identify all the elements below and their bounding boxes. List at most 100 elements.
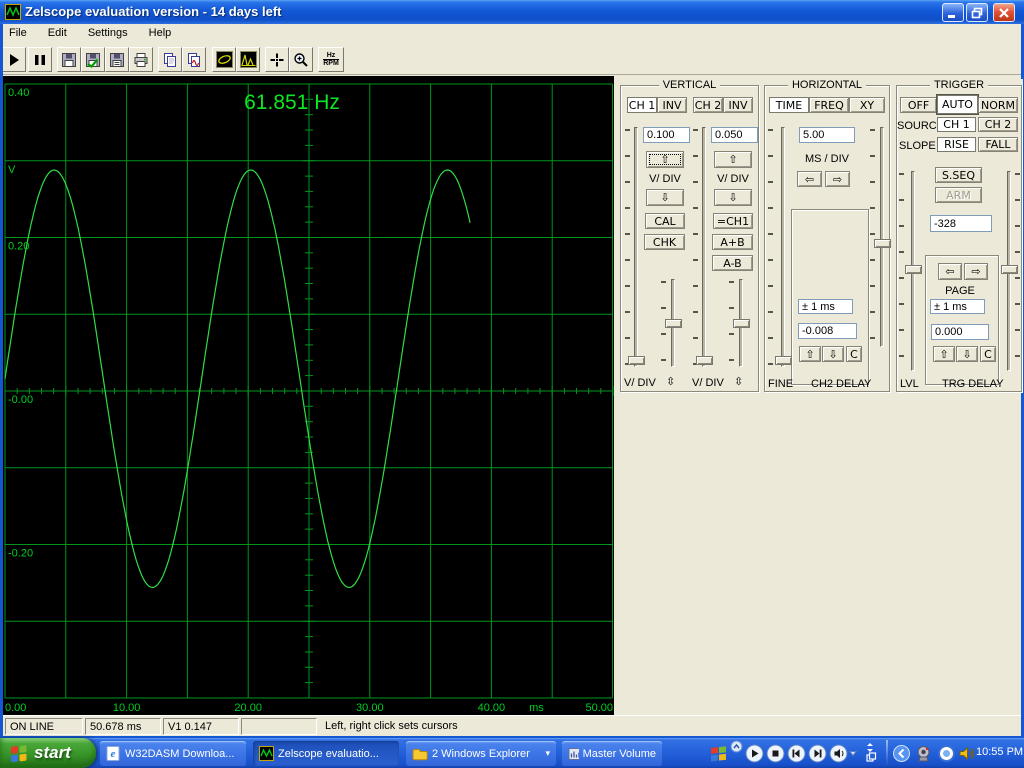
- ch2-delay-up-button[interactable]: ⇧: [799, 346, 821, 362]
- trg-delay-value-field[interactable]: 0.000: [931, 324, 989, 340]
- slope-rise-button[interactable]: RISE: [937, 137, 976, 152]
- ch2-position-slider-track[interactable]: [702, 127, 706, 367]
- single-sequence-button[interactable]: S.SEQ: [935, 167, 982, 183]
- windows-logo-icon[interactable]: [710, 744, 728, 762]
- ch2-delay-value-field[interactable]: -0.008: [798, 323, 857, 339]
- ch2-vdiv-value-field[interactable]: 0.050: [711, 127, 758, 143]
- minimize-button[interactable]: [942, 3, 964, 22]
- arm-button[interactable]: ARM: [935, 187, 982, 203]
- ch1-position-slider-thumb[interactable]: [628, 356, 645, 365]
- ch2-delay-slider-thumb[interactable]: [874, 239, 891, 248]
- trigger-level-slider-thumb[interactable]: [905, 265, 922, 274]
- close-button[interactable]: [993, 3, 1015, 22]
- media-play-icon[interactable]: [745, 744, 764, 763]
- trg-delay-slider-thumb[interactable]: [1001, 265, 1018, 274]
- media-next-icon[interactable]: [808, 744, 827, 763]
- start-button[interactable]: start: [0, 738, 96, 768]
- ch2-delay-clear-button[interactable]: C: [846, 346, 862, 362]
- page-left-button[interactable]: ⇦: [938, 263, 962, 280]
- folder-icon: [412, 748, 428, 760]
- ch1-fine-slider-thumb[interactable]: [665, 319, 682, 328]
- xy-mode-button[interactable]: [212, 47, 236, 72]
- magnifier-icon: [294, 52, 308, 67]
- msdiv-decrease-button[interactable]: ⇦: [797, 171, 822, 187]
- ch1-toggle-button[interactable]: CH 1: [627, 97, 657, 113]
- ch1-vdiv-up-button[interactable]: ⇧: [646, 151, 684, 168]
- trigger-level-value-field[interactable]: -328: [930, 215, 992, 232]
- ch1-invert-button[interactable]: INV: [657, 97, 687, 113]
- ch2-a-minus-b-button[interactable]: A-B: [712, 255, 753, 271]
- copy-waveform-button[interactable]: [182, 47, 206, 72]
- svg-text:50.00: 50.00: [585, 702, 613, 714]
- task-windows-explorer-group[interactable]: 2 Windows Explorer ▾: [406, 741, 556, 766]
- hz-rpm-button[interactable]: Hz RPM: [318, 47, 344, 72]
- oscilloscope-display[interactable]: 0.40 V 0.20 -0.00 -0.20 0.00 10.00 20.00 30.00 40…: [3, 76, 614, 715]
- spectrum-button[interactable]: [236, 47, 260, 72]
- fine-slider-track[interactable]: [781, 127, 785, 367]
- ch1-chk-button[interactable]: CHK: [644, 234, 685, 250]
- time-mode-button[interactable]: TIME: [769, 97, 809, 113]
- trg-delay-clear-button[interactable]: C: [980, 346, 996, 362]
- pause-button[interactable]: [28, 47, 52, 72]
- play-button[interactable]: [2, 47, 26, 72]
- media-stop-icon[interactable]: [766, 744, 785, 763]
- chevron-up-icon[interactable]: [730, 740, 743, 753]
- source-ch1-button[interactable]: CH 1: [937, 117, 976, 132]
- tray-collapse-icon[interactable]: [893, 745, 910, 762]
- ch2-fine-slider-thumb[interactable]: [733, 319, 750, 328]
- source-ch2-button[interactable]: CH 2: [978, 117, 1018, 132]
- media-volume-icon[interactable]: [829, 744, 857, 763]
- ch2-delay-down-button[interactable]: ⇩: [822, 346, 844, 362]
- ch2-vdiv-down-button[interactable]: ⇩: [714, 189, 752, 206]
- svg-text:-0.20: -0.20: [8, 548, 33, 560]
- tray-volume-icon[interactable]: [958, 745, 975, 762]
- task-master-volume[interactable]: Master Volume: [562, 741, 662, 766]
- save-waveform-button[interactable]: [81, 47, 105, 72]
- ch2-position-slider-thumb[interactable]: [696, 356, 713, 365]
- restore-button[interactable]: [966, 3, 988, 22]
- menu-edit[interactable]: Edit: [39, 24, 76, 39]
- ch1-cal-button[interactable]: CAL: [645, 213, 685, 229]
- taskbar-clock[interactable]: 10:55 PM: [976, 746, 1023, 758]
- task-w32dasm[interactable]: e W32DASM Downloa...: [100, 741, 246, 766]
- trigger-auto-button[interactable]: AUTO: [937, 95, 978, 114]
- zoom-button[interactable]: [289, 47, 313, 72]
- ch2-toggle-button[interactable]: CH 2: [693, 97, 723, 113]
- print-button[interactable]: [129, 47, 153, 72]
- menu-help[interactable]: Help: [140, 24, 181, 39]
- fine-slider-thumb[interactable]: [775, 356, 792, 365]
- ch1-vdiv-down-button[interactable]: ⇩: [646, 189, 684, 206]
- app-icon[interactable]: [5, 4, 21, 20]
- msdiv-increase-button[interactable]: ⇨: [825, 171, 850, 187]
- ch2-vdiv-bottom-label: V/ DIV: [692, 377, 724, 389]
- media-previous-icon[interactable]: [787, 744, 806, 763]
- trigger-norm-button[interactable]: NORM: [978, 97, 1018, 113]
- copy-button[interactable]: [158, 47, 182, 72]
- menu-file[interactable]: File: [0, 24, 36, 39]
- ch1-vdiv-value-field[interactable]: 0.100: [643, 127, 690, 143]
- slope-fall-button[interactable]: FALL: [978, 137, 1018, 152]
- ch2-invert-button[interactable]: INV: [723, 97, 753, 113]
- trigger-off-button[interactable]: OFF: [900, 97, 937, 113]
- ch2-eq-ch1-button[interactable]: =CH1: [713, 213, 753, 229]
- cursor-mode-button[interactable]: [265, 47, 289, 72]
- tray-webcam-icon[interactable]: [915, 745, 932, 762]
- trg-delay-down-button[interactable]: ⇩: [956, 346, 978, 362]
- ch2-a-plus-b-button[interactable]: A+B: [712, 234, 753, 250]
- freq-mode-button[interactable]: FREQ: [809, 97, 849, 113]
- svg-text:40.00: 40.00: [478, 702, 506, 714]
- ch2-vdiv-up-button[interactable]: ⇧: [714, 151, 752, 168]
- menu-settings[interactable]: Settings: [79, 24, 137, 39]
- trg-delay-up-button[interactable]: ⇧: [933, 346, 955, 362]
- save-settings-button[interactable]: [105, 47, 129, 72]
- ch2-delay-slider-track[interactable]: [880, 127, 884, 347]
- msdiv-value-field[interactable]: 5.00: [799, 127, 855, 143]
- xy-mode-toggle-button[interactable]: XY: [849, 97, 885, 113]
- toolbar-restore-icon[interactable]: [863, 741, 877, 765]
- tray-messenger-icon[interactable]: [938, 745, 955, 762]
- save-button[interactable]: [57, 47, 81, 72]
- toolbar: Hz RPM: [0, 44, 1024, 75]
- page-right-button[interactable]: ⇨: [964, 263, 988, 280]
- ch1-position-slider-track[interactable]: [634, 127, 638, 367]
- task-zelscope[interactable]: Zelscope evaluatio...: [253, 741, 399, 766]
